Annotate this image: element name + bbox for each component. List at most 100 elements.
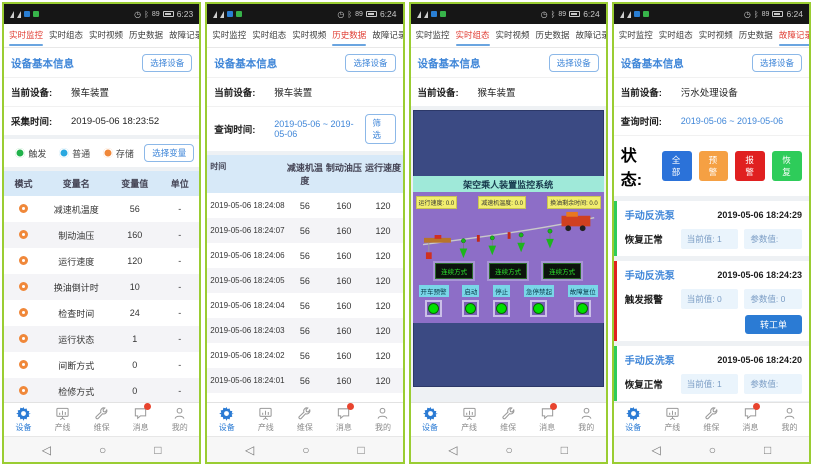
nav-item-messages[interactable]: 消息 [324,406,363,433]
nav-item-profile[interactable]: 我的 [770,406,809,433]
date-range-value[interactable]: 2019-05-06 ~ 2019-05-06 [681,116,783,126]
nav-item-profile[interactable]: 我的 [567,406,606,433]
back-button[interactable]: ◁ [42,443,51,457]
back-button[interactable]: ◁ [652,443,661,457]
nav-item-maintenance[interactable]: 维保 [489,406,528,433]
nav-item-device[interactable]: 设备 [4,406,43,433]
nav-item-production-line[interactable]: 产线 [653,406,692,433]
alarm-card: 手动反洗泵 2019-05-06 18:24:23 触发报警 当前值: 0 参数… [614,261,809,341]
nav-item-maintenance[interactable]: 维保 [82,406,121,433]
tab-item[interactable]: 实时视频 [495,24,531,47]
select-device-button[interactable]: 选择设备 [752,54,802,72]
nav-item-maintenance[interactable]: 维保 [285,406,324,433]
param-value-box: 参数值: [744,229,802,249]
tab-item[interactable]: 实时监控 [8,24,44,47]
home-button[interactable]: ○ [99,443,106,457]
control-group: 故障复位 [568,285,598,317]
device-info-header: 设备基本信息 选择设备 [614,48,809,77]
tab-item[interactable]: 实时组态 [251,24,287,47]
control-pushbutton[interactable] [530,300,547,317]
screen-content[interactable]: 设备基本信息 选择设备 当前设备: 猴车装置 采集时间: 2019-05-06 … [4,48,199,402]
nav-label: 设备 [625,422,641,433]
current-value-box: 当前值: 1 [681,374,739,394]
tab-item[interactable]: 历史数据 [535,24,571,47]
create-work-order-button[interactable]: 转工单 [745,315,802,334]
tab-item[interactable]: 故障记录 [371,24,402,47]
control-pushbutton[interactable] [425,300,442,317]
recents-button[interactable]: □ [154,443,161,457]
status-filter-button[interactable]: 全部 [662,151,692,181]
status-filter-button[interactable]: 预警 [699,151,729,181]
recents-button[interactable]: □ [357,443,364,457]
home-button[interactable]: ○ [302,443,309,457]
status-filter-button[interactable]: 报警 [735,151,765,181]
alarm-status: 触发报警 [625,292,675,306]
tab-item[interactable]: 实时视频 [698,24,734,47]
tab-item[interactable]: 故障记录 [168,24,199,47]
select-variable-button[interactable]: 选择变量 [144,144,194,162]
mode-ring-icon [19,334,28,343]
nav-item-messages[interactable]: 消息 [731,406,770,433]
nav-item-device[interactable]: 设备 [207,406,246,433]
nav-item-profile[interactable]: 我的 [160,406,199,433]
mode-select-button[interactable]: 连续方式 [543,263,581,279]
tab-item[interactable]: 实时组态 [48,24,84,47]
tab-item[interactable]: 实时监控 [415,24,451,47]
nav-item-profile[interactable]: 我的 [363,406,402,433]
tab-item[interactable]: 实时组态 [658,24,694,47]
variable-unit: - [160,308,199,318]
table-header: 模式 变量名 变量值 单位 [4,171,199,196]
tab-item[interactable]: 历史数据 [128,24,164,47]
app-notification-icon [24,11,30,17]
recents-button[interactable]: □ [561,443,568,457]
tab-item[interactable]: 实时视频 [291,24,327,47]
nav-item-device[interactable]: 设备 [411,406,450,433]
status-filter-button[interactable]: 恢复 [772,151,802,181]
mode-select-button[interactable]: 连续方式 [435,263,473,279]
date-range-value[interactable]: 2019-05-06 ~ 2019-05-06 [274,119,364,139]
device-info-rows: 当前设备: 猴车装置 采集时间: 2019-05-06 18:23:52 [4,77,199,135]
variable-name: 运行状态 [43,333,109,346]
tab-item[interactable]: 实时监控 [211,24,247,47]
control-pushbutton[interactable] [493,300,510,317]
nav-item-production-line[interactable]: 产线 [43,406,82,433]
nav-item-device[interactable]: 设备 [614,406,653,433]
control-pushbutton[interactable] [462,300,479,317]
tab-item[interactable]: 实时监控 [618,24,654,47]
table-row: 2019-05-06 18:24:01 56 160 120 [207,368,402,393]
table-row: 2019-05-06 18:24:00 56 160 120 [207,393,402,402]
tab-item[interactable]: 实时视频 [88,24,124,47]
select-device-button[interactable]: 选择设备 [142,54,192,72]
nav-label: 我的 [781,422,797,433]
nav-item-messages[interactable]: 消息 [121,406,160,433]
home-button[interactable]: ○ [505,443,512,457]
recents-button[interactable]: □ [764,443,771,457]
back-button[interactable]: ◁ [448,443,457,457]
tab-item[interactable]: 故障记录 [575,24,606,47]
nav-item-production-line[interactable]: 产线 [246,406,285,433]
temp-value: 56 [285,276,324,286]
tab-item[interactable]: 历史数据 [738,24,774,47]
nav-item-maintenance[interactable]: 维保 [692,406,731,433]
nav-label: 维保 [703,422,719,433]
tab-item[interactable]: 历史数据 [331,24,367,47]
select-device-button[interactable]: 选择设备 [345,54,395,72]
app-notification-icon [440,11,446,17]
home-button[interactable]: ○ [709,443,716,457]
table-row: 运行速度 120 - [4,248,199,274]
control-pushbutton[interactable] [574,300,591,317]
oil-value: 160 [324,351,363,361]
nav-item-messages[interactable]: 消息 [528,406,567,433]
screen-content[interactable]: 设备基本信息 选择设备 当前设备: 猴车装置 架空乘人装置监控系统 运行速度: … [411,48,606,402]
back-button[interactable]: ◁ [245,443,254,457]
tab-item[interactable]: 故障记录 [778,24,809,47]
filter-button[interactable]: 筛选 [365,114,396,144]
info-label: 查询时间: [621,114,681,128]
nav-item-production-line[interactable]: 产线 [450,406,489,433]
screen-content[interactable]: 设备基本信息 选择设备 当前设备: 污水处理设备 查询时间: 2019-05-0… [614,48,809,402]
screen-content[interactable]: 设备基本信息 选择设备 当前设备: 猴车装置 查询时间: 2019-05-06 … [207,48,402,402]
tab-item[interactable]: 实时组态 [455,24,491,47]
alarm-clock-icon: ◷ [134,10,141,19]
select-device-button[interactable]: 选择设备 [549,54,599,72]
mode-select-button[interactable]: 连续方式 [489,263,527,279]
